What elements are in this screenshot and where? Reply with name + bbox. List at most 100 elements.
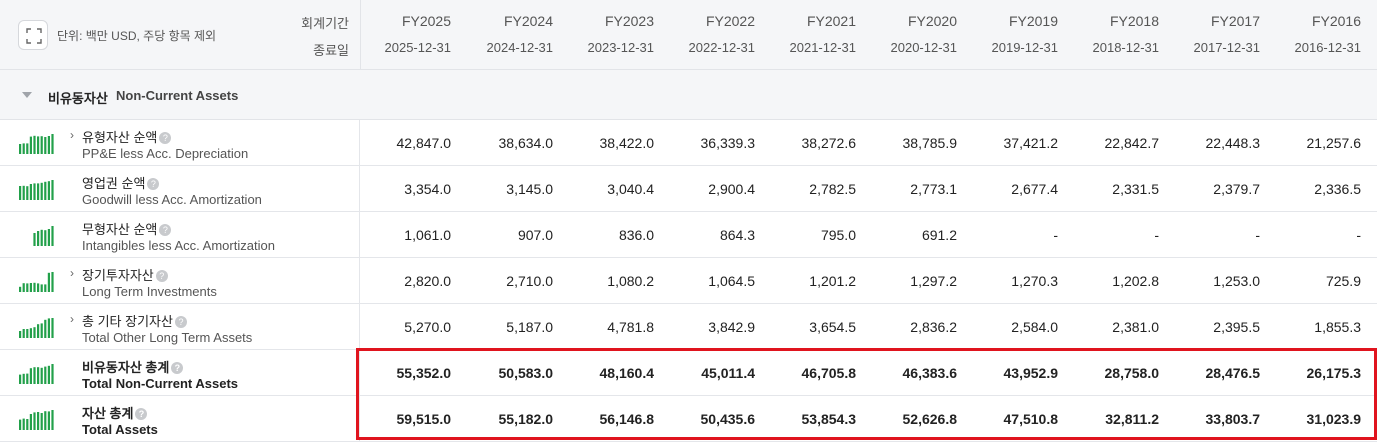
sparkline-bar	[22, 185, 25, 200]
value-cell: 4,781.8	[607, 319, 654, 335]
chevron-right-icon[interactable]: ›	[70, 266, 74, 280]
value-cell: 2,381.0	[1112, 319, 1159, 335]
value-cell: 3,040.4	[607, 181, 654, 197]
row-label-ko: 유형자산 순액?	[82, 127, 172, 146]
value-cell: 28,758.0	[1104, 365, 1160, 381]
value-cell: 795.0	[820, 227, 856, 243]
help-icon[interactable]: ?	[155, 270, 168, 282]
row-label-en: Intangibles less Acc. Amortization	[82, 238, 275, 253]
help-icon[interactable]: ?	[171, 362, 184, 374]
help-icon[interactable]: ?	[147, 178, 160, 190]
value-cell: 21,257.6	[1306, 135, 1362, 151]
fiscal-period-label: 회계기간	[301, 16, 349, 31]
chevron-right-icon[interactable]: ›	[70, 128, 74, 142]
collapse-triangle-icon[interactable]	[22, 92, 32, 98]
value-cell: 5,187.0	[506, 319, 553, 335]
sparkline-bar	[51, 180, 54, 200]
sparkline-bar	[40, 136, 43, 154]
fiscal-year: FY2019	[1008, 13, 1058, 29]
fiscal-year: FY2020	[907, 13, 957, 29]
sparkline-bar	[44, 319, 47, 338]
sparkline-bar	[37, 231, 40, 246]
value-cell: 36,339.3	[700, 135, 756, 151]
sparkline-bar	[33, 327, 36, 338]
row-label-ko: 자산 총계?	[82, 403, 148, 422]
value-cell: 2,710.0	[506, 273, 553, 289]
sparkline-chart	[19, 134, 54, 154]
value-cell: 2,336.5	[1314, 181, 1361, 197]
value-cell: 28,476.5	[1205, 365, 1261, 381]
sparkline-bar	[44, 181, 47, 200]
row-label-ko: 영업권 순액?	[82, 173, 160, 192]
row-label-en: PP&E less Acc. Depreciation	[82, 146, 249, 161]
help-icon[interactable]: ?	[135, 408, 148, 420]
sparkline-bar	[26, 143, 29, 154]
value-cell: 3,842.9	[708, 319, 755, 335]
sparkline-chart	[19, 410, 54, 430]
sparkline-bar	[47, 411, 50, 430]
table-row: 무형자산 순액? Intangibles less Acc. Amortizati…	[0, 212, 1377, 258]
section-title-en: Non-Current Assets	[116, 88, 239, 103]
value-cell: 2,379.7	[1213, 181, 1260, 197]
value-cell: -	[1356, 227, 1361, 243]
sparkline-bar	[26, 186, 29, 200]
value-cell: 45,011.4	[701, 365, 755, 381]
table-row[interactable]: › 유형자산 순액? PP&E less Acc. Depreciation 42,8…	[0, 120, 1377, 166]
chevron-right-icon[interactable]: ›	[70, 312, 74, 326]
help-icon[interactable]: ?	[174, 316, 187, 328]
sparkline-bar	[40, 413, 43, 430]
sparkline-bar	[22, 143, 25, 154]
fiscal-year: FY2024	[503, 13, 553, 29]
section-non-current-assets[interactable]: 비유동자산 Non-Current Assets	[0, 70, 1377, 120]
sparkline-bar	[40, 229, 43, 246]
year-column-header: FY2022 2022-12-31	[664, 0, 765, 70]
value-cell: 3,145.0	[506, 181, 553, 197]
value-cell: 1,253.0	[1213, 273, 1260, 289]
fiscal-end-date: 2025-12-31	[384, 40, 452, 55]
sparkline-bar	[37, 283, 40, 292]
fiscal-year: FY2025	[401, 13, 451, 29]
table-header: 단위: 백만 USD, 주당 항목 제외 회계기간 종료일 FY2025 2025…	[0, 0, 1377, 70]
sparkline-chart	[19, 272, 54, 292]
value-cell: 2,900.4	[708, 181, 755, 197]
help-icon[interactable]: ?	[159, 132, 172, 144]
sparkline-bar	[51, 364, 54, 384]
year-column-header: FY2016 2016-12-31	[1270, 0, 1371, 70]
value-cell: 2,584.0	[1011, 319, 1058, 335]
sparkline-bar	[37, 367, 40, 384]
sparkline-bar	[19, 331, 22, 338]
table-row[interactable]: › 장기투자자산? Long Term Investments 2,820.0 2,71…	[0, 258, 1377, 304]
sparkline-bar	[26, 373, 29, 384]
sparkline-bar	[47, 136, 50, 154]
sparkline-bar	[51, 134, 54, 154]
expand-button[interactable]	[18, 20, 48, 50]
sparkline-bar	[44, 284, 47, 292]
row-label-cell: 무형자산 순액? Intangibles less Acc. Amortizati…	[0, 212, 360, 258]
sparkline-bar	[44, 411, 47, 430]
year-column-header: FY2024 2024-12-31	[462, 0, 563, 70]
value-cell: 2,820.0	[404, 273, 451, 289]
value-cell: 37,421.2	[1003, 135, 1059, 151]
year-column-header: FY2021 2021-12-31	[765, 0, 866, 70]
table-row[interactable]: › 총 기타 장기자산? Total Other Long Term Assets 5…	[0, 304, 1377, 350]
sparkline-bar	[19, 286, 22, 292]
row-label-en: Long Term Investments	[82, 284, 217, 299]
value-cell: 907.0	[517, 227, 553, 243]
value-cell: 32,811.2	[1105, 411, 1159, 427]
fiscal-year: FY2022	[705, 13, 755, 29]
value-cell: 2,395.5	[1213, 319, 1260, 335]
sparkline-bar	[47, 365, 50, 384]
sparkline-bar	[29, 328, 32, 338]
row-label-cell: 비유동자산 총계? Total Non-Current Assets	[0, 350, 360, 396]
fiscal-year: FY2017	[1210, 13, 1260, 29]
row-label-cell: › 유형자산 순액? PP&E less Acc. Depreciation	[0, 120, 360, 166]
sparkline-bar	[29, 283, 32, 292]
row-label-ko: 총 기타 장기자산?	[82, 311, 187, 330]
help-icon[interactable]: ?	[159, 224, 172, 236]
fiscal-end-date: 2019-12-31	[991, 40, 1059, 55]
sparkline-bar	[37, 136, 40, 154]
section-title-ko: 비유동자산	[48, 91, 108, 106]
sparkline-bar	[33, 233, 36, 246]
sparkline-bar	[51, 226, 54, 246]
year-column-header: FY2023 2023-12-31	[563, 0, 664, 70]
